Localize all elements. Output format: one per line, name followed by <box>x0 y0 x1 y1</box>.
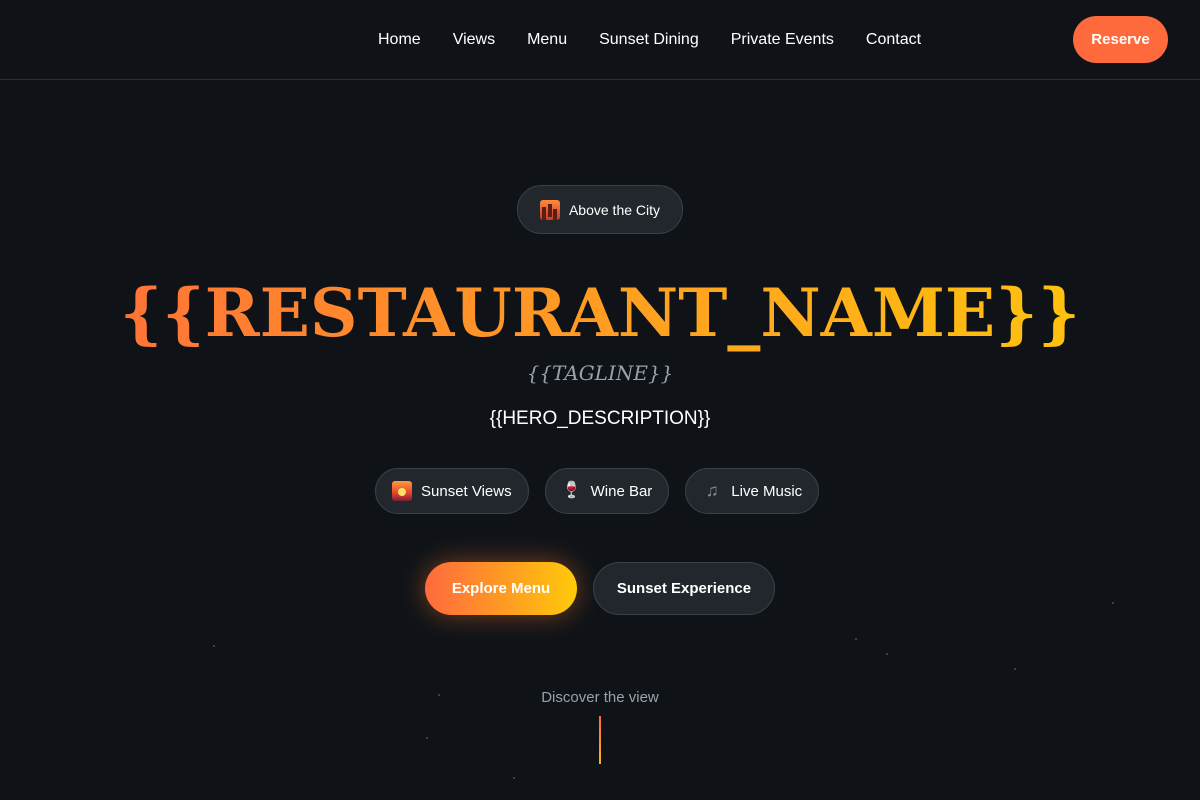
music-notes-icon: ♫ <box>705 481 719 500</box>
feature-pill-live-music: ♫ Live Music <box>685 468 820 514</box>
star-dot <box>855 638 857 640</box>
nav-link-contact[interactable]: Contact <box>850 31 937 49</box>
nav-link-views[interactable]: Views <box>437 31 511 49</box>
scroll-indicator-line <box>599 716 601 764</box>
feature-label: Live Music <box>731 482 803 500</box>
feature-pills: Sunset Views 🍷 Wine Bar ♫ Live Music <box>375 468 820 514</box>
star-dot <box>213 645 215 647</box>
feature-pill-wine-bar: 🍷 Wine Bar <box>544 468 670 514</box>
hero-description: {{HERO_DESCRIPTION}} <box>489 408 711 429</box>
nav-link-home[interactable]: Home <box>362 31 437 49</box>
nav-link-sunset-dining[interactable]: Sunset Dining <box>583 31 715 49</box>
top-navigation: Home Views Menu Sunset Dining Private Ev… <box>0 0 1200 80</box>
explore-menu-button[interactable]: Explore Menu <box>425 562 577 615</box>
star-dot <box>513 777 515 779</box>
nav-link-menu[interactable]: Menu <box>511 31 583 49</box>
star-dot <box>1112 602 1114 604</box>
star-dot <box>426 737 428 739</box>
feature-pill-sunset-views: Sunset Views <box>375 468 529 514</box>
reserve-button[interactable]: Reserve <box>1073 16 1168 63</box>
sunset-experience-button[interactable]: Sunset Experience <box>593 562 775 615</box>
star-dot <box>886 653 888 655</box>
wine-glass-icon: 🍷 <box>561 482 582 499</box>
location-badge: Above the City <box>517 185 683 234</box>
badge-label: Above the City <box>568 201 661 218</box>
star-dot <box>1014 668 1016 670</box>
nav-links: Home Views Menu Sunset Dining Private Ev… <box>362 0 937 79</box>
feature-label: Sunset Views <box>421 482 512 500</box>
sunset-icon <box>392 481 412 501</box>
cityscape-icon <box>539 199 560 220</box>
tagline: {{TAGLINE}} <box>526 361 674 385</box>
restaurant-name: {{RESTAURANT_NAME}} <box>0 272 1200 354</box>
nav-link-private-events[interactable]: Private Events <box>715 31 850 49</box>
feature-label: Wine Bar <box>590 482 653 500</box>
page: Home Views Menu Sunset Dining Private Ev… <box>0 0 1200 800</box>
scroll-hint: Discover the view <box>541 689 659 706</box>
